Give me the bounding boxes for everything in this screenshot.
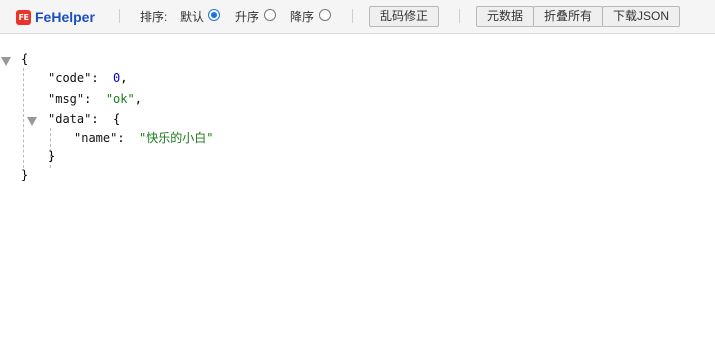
json-string-value: "ok"	[105, 92, 135, 106]
fix-encoding-button[interactable]: 乱码修正	[369, 6, 439, 27]
root-open-brace: {	[21, 52, 29, 66]
data-open-brace: {	[113, 112, 121, 126]
data-close-brace: }	[48, 149, 56, 163]
json-viewer: { "code": 0, "msg": "ok", "data": { "nam…	[0, 34, 715, 338]
divider	[119, 9, 120, 23]
json-key: "code"	[48, 71, 92, 85]
json-colon: :	[91, 112, 99, 126]
app-name: FeHelper	[35, 9, 95, 25]
metadata-button[interactable]: 元数据	[476, 6, 534, 27]
json-row-data: "data": {	[48, 112, 120, 126]
json-colon: :	[117, 131, 125, 145]
download-json-button[interactable]: 下载JSON	[602, 6, 680, 27]
json-row-code: "code": 0,	[48, 71, 128, 85]
sort-default-label[interactable]: 默认	[180, 10, 204, 24]
divider	[459, 9, 460, 23]
json-comma: ,	[134, 92, 142, 106]
json-string-value: "快乐的小白"	[139, 131, 214, 145]
json-row-msg: "msg": "ok",	[48, 92, 142, 106]
fehelper-logo: FE FeHelper	[16, 8, 95, 26]
collapse-all-button[interactable]: 折叠所有	[533, 6, 603, 27]
root-close-brace: }	[21, 168, 29, 182]
collapse-toggle-icon[interactable]	[27, 117, 37, 126]
divider	[352, 9, 353, 23]
json-comma: ,	[120, 71, 128, 85]
sort-desc-radio[interactable]	[319, 9, 331, 21]
sort-desc-label[interactable]: 降序	[290, 10, 314, 24]
fehelper-logo-icon: FE	[16, 9, 31, 25]
sort-default-radio[interactable]	[208, 9, 220, 21]
json-key: "msg"	[48, 92, 85, 106]
json-key: "data"	[48, 112, 92, 126]
json-colon: :	[91, 71, 99, 85]
sort-asc-label[interactable]: 升序	[235, 10, 259, 24]
collapse-toggle-icon[interactable]	[1, 57, 11, 66]
sort-label: 排序:	[140, 10, 168, 24]
json-key: "name"	[74, 131, 118, 145]
toolbar: FE FeHelper 排序: 默认 升序 降序 乱码修正 元数据 折叠所有 下…	[0, 0, 715, 34]
indent-guide	[23, 68, 24, 168]
json-row-name: "name": "快乐的小白"	[74, 131, 214, 145]
sort-asc-radio[interactable]	[264, 9, 276, 21]
json-colon: :	[84, 92, 92, 106]
